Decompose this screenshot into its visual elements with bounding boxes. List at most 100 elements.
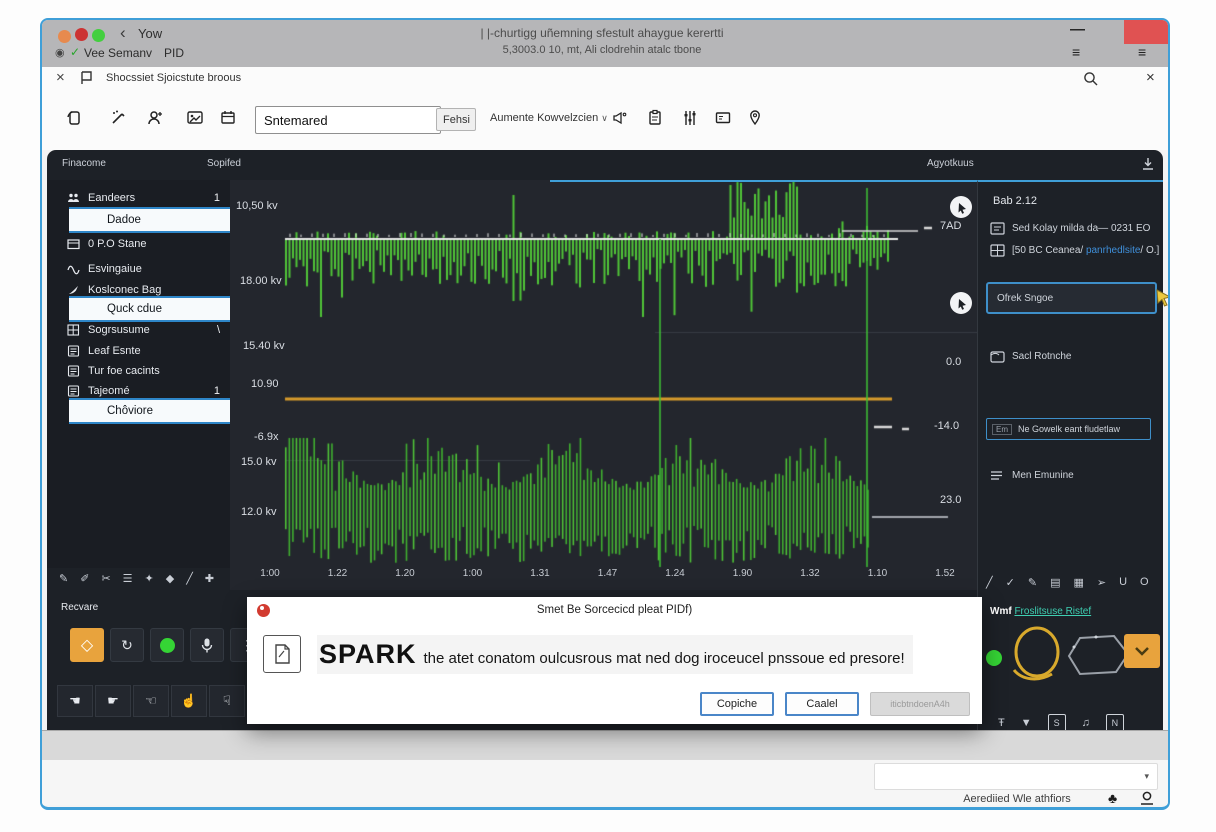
traffic-light-green[interactable]: [92, 29, 105, 42]
copiche-button[interactable]: Copiche: [700, 692, 774, 716]
cursor-icon[interactable]: ➢: [1097, 576, 1106, 589]
chart-nav-button-top[interactable]: [950, 196, 972, 218]
location-pin-icon[interactable]: [742, 105, 768, 131]
right-panel-row-2[interactable]: [50 BC Ceanea/ panrhedlsite/ O.]: [990, 244, 1159, 257]
sidebar-item-dadoe[interactable]: Dadoe: [69, 207, 230, 233]
grid-box-icon[interactable]: ▦: [1073, 576, 1083, 589]
diamond-small-icon[interactable]: ◆: [166, 572, 174, 585]
right-panel-row-4-text: Men Emunine: [1012, 470, 1074, 481]
sidebar-item-ch-viore[interactable]: Chôviore: [69, 398, 230, 424]
diamond-tool-button[interactable]: ◇: [70, 628, 104, 662]
expand-button[interactable]: [1124, 634, 1160, 668]
clipboard-icon[interactable]: [642, 105, 668, 131]
sidebar-item-eandeers[interactable]: Eandeers1: [47, 188, 230, 208]
list-box-icon[interactable]: ▤: [1050, 576, 1060, 589]
bookmark-flag-icon[interactable]: [78, 70, 94, 91]
chart-nav-button-bottom[interactable]: [950, 292, 972, 314]
traffic-light-red[interactable]: [75, 28, 88, 41]
check-icon[interactable]: ✓: [1006, 576, 1015, 589]
hand-point-left-button[interactable]: ☜: [133, 685, 169, 717]
right-panel-row-4[interactable]: Men Emunine: [990, 470, 1074, 481]
hand-point-down-button[interactable]: ☟: [209, 685, 245, 717]
sidebar-item-0-p-o-stane[interactable]: 0 P.O Stane: [47, 234, 230, 254]
card-icon[interactable]: [710, 105, 736, 131]
add-person-icon[interactable]: [142, 105, 168, 131]
hand-black-left-button[interactable]: ☚: [57, 685, 93, 717]
megaphone-icon[interactable]: [607, 105, 633, 131]
record-button[interactable]: [150, 628, 184, 662]
search-input[interactable]: [255, 106, 441, 134]
lasso-circle-icon[interactable]: [1008, 624, 1064, 690]
pen-icon[interactable]: ✎: [1028, 576, 1037, 589]
back-arrow-icon[interactable]: ‹: [120, 23, 126, 43]
sidebar-item-label: Sogrsusume: [88, 324, 150, 336]
sidebar-item-sogrsusume[interactable]: Sogrsusume\: [47, 320, 230, 340]
minimize-button[interactable]: —: [1070, 21, 1085, 38]
waveform-chart: 10,50 kv18.00 kv15.40 kv10.90-6.9x15.0 k…: [230, 180, 977, 590]
box-n-icon[interactable]: N: [1106, 714, 1124, 730]
pen-tool-icon[interactable]: [105, 105, 131, 131]
menu-icon[interactable]: ≡: [1072, 44, 1080, 60]
box-s-icon[interactable]: S: [1048, 714, 1066, 730]
menu-icon[interactable]: ☰: [123, 572, 133, 585]
right-panel-row-1[interactable]: Sed Kolay milda da— 0231 EO: [990, 222, 1150, 235]
shape-o-icon[interactable]: O: [1140, 576, 1149, 589]
table-icon[interactable]: Ŧ: [998, 717, 1005, 729]
row-2-link[interactable]: panrhedlsite: [1086, 245, 1140, 256]
sidebar-item-quck-cdue[interactable]: Quck cdue: [69, 296, 230, 322]
sidebar-item-tur-foe-cacints[interactable]: Tur foe cacints: [47, 361, 230, 381]
froslitsuse-link[interactable]: Froslitsuse Ristef: [1014, 606, 1091, 617]
account-icon[interactable]: [1138, 790, 1156, 810]
sidebar-item-esvingaiue[interactable]: Esvingaiue: [47, 259, 230, 279]
status-text: Aerediied Wle athfiors: [922, 793, 1112, 805]
plus-icon[interactable]: ✚: [205, 572, 214, 585]
stylus-icon[interactable]: ✐: [80, 572, 89, 585]
slash-icon[interactable]: ╱: [186, 572, 193, 585]
doc-icon: [67, 385, 80, 397]
mic-button[interactable]: [190, 628, 224, 662]
pid-label[interactable]: PID: [164, 46, 184, 60]
traffic-light-orange[interactable]: [58, 30, 71, 43]
tab-sopifed[interactable]: Sopifed: [207, 158, 241, 169]
tab-finacome[interactable]: Finacome: [62, 158, 106, 169]
gowelk-input[interactable]: Em Ne Gowelk eant fludetlaw: [986, 418, 1151, 440]
menu-icon-2[interactable]: ≡: [1138, 44, 1146, 60]
slash-icon[interactable]: ╱: [986, 576, 993, 589]
shape-u-icon[interactable]: U: [1119, 576, 1127, 589]
right-panel-row-3[interactable]: Sacl Rotnche: [990, 350, 1071, 363]
hand-black-right-button[interactable]: ☛: [95, 685, 131, 717]
dialog-title: Smet Be Sorcecicd pleat PIDf): [247, 604, 982, 616]
action-button-row: ◇↻⋮: [70, 628, 264, 662]
hand-point-up-button[interactable]: ☝: [171, 685, 207, 717]
status-input[interactable]: ▾: [874, 763, 1158, 790]
input-prefix-badge: Em: [992, 424, 1012, 435]
window-subtitle: 5,3003.0 10, mt, Ali clodrehin atalc tbo…: [292, 44, 912, 56]
sidebar-item-badge: 1: [214, 192, 220, 204]
x-axis-label: 1.20: [383, 568, 427, 579]
fehsi-button[interactable]: Fehsi: [436, 108, 476, 131]
search-icon[interactable]: [1082, 70, 1099, 92]
calendar-icon[interactable]: [215, 105, 241, 131]
equalizer-icon[interactable]: [677, 105, 703, 131]
pen-icon[interactable]: ✎: [59, 572, 68, 585]
download-icon[interactable]: [1139, 155, 1157, 178]
folder-icon: [990, 350, 1005, 363]
down-arrow-icon[interactable]: ▼: [1021, 717, 1032, 729]
caalel-button[interactable]: Caalel: [785, 692, 859, 716]
rotate-device-icon[interactable]: [62, 105, 88, 131]
document-icon: [263, 635, 301, 673]
note-icon[interactable]: ♫: [1082, 717, 1090, 729]
close-tab-icon[interactable]: ×: [56, 69, 65, 86]
close-window-button[interactable]: [1124, 20, 1168, 44]
sparkle-icon[interactable]: ✦: [145, 572, 154, 585]
ofrek-input[interactable]: Ofrek Sngoe: [986, 282, 1157, 314]
rotate-button[interactable]: ↻: [110, 628, 144, 662]
close-panel-icon[interactable]: ×: [1146, 69, 1155, 86]
sidebar-item-leaf-esnte[interactable]: Leaf Esnte: [47, 341, 230, 361]
waveform-canvas[interactable]: [230, 180, 977, 590]
image-icon[interactable]: [182, 105, 208, 131]
polygon-select-icon[interactable]: [1066, 632, 1132, 678]
dropdown-selector[interactable]: Aumente Kowvelzcien∨: [490, 112, 608, 124]
club-icon[interactable]: ♣: [1108, 790, 1117, 806]
scissors-icon[interactable]: ✂: [101, 572, 110, 585]
